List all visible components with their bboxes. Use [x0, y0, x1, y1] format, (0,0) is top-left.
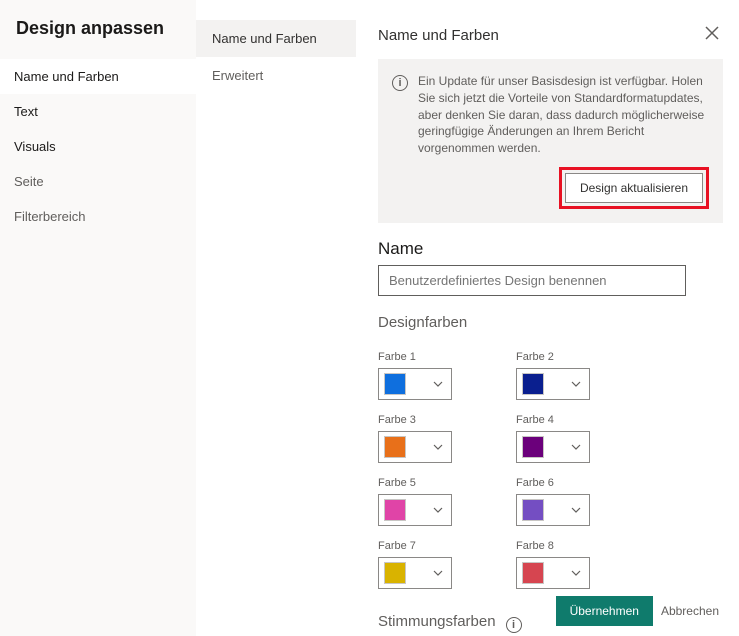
cancel-button[interactable]: Abbrechen	[657, 596, 723, 626]
swatch-label-6: Farbe 6	[516, 477, 590, 489]
swatch-label-3: Farbe 3	[378, 414, 452, 426]
swatch-label-2: Farbe 2	[516, 351, 590, 363]
sidebar-item-name-colors[interactable]: Name und Farben	[0, 59, 196, 94]
sidebar-item-page[interactable]: Seite	[0, 164, 196, 199]
chevron-down-icon	[433, 381, 443, 387]
info-text: Ein Update für unser Basisdesign ist ver…	[418, 73, 709, 157]
color-picker-8[interactable]	[516, 557, 590, 589]
chevron-down-icon	[571, 381, 581, 387]
chevron-down-icon	[433, 444, 443, 450]
color-picker-7[interactable]	[378, 557, 452, 589]
swatch-grid: Farbe 1 Farbe 2 Farbe 3 Farbe 4 Farbe 5 Farbe…	[378, 337, 723, 589]
color-picker-3[interactable]	[378, 431, 452, 463]
chevron-down-icon	[433, 507, 443, 513]
color-swatch-8	[522, 562, 544, 584]
color-picker-2[interactable]	[516, 368, 590, 400]
sidebar-title: Design anpassen	[0, 18, 196, 59]
swatch-label-5: Farbe 5	[378, 477, 452, 489]
color-swatch-4	[522, 436, 544, 458]
secondary-tabs: Name und Farben Erweitert	[196, 0, 356, 636]
color-swatch-2	[522, 373, 544, 395]
tab-advanced[interactable]: Erweitert	[196, 57, 356, 94]
swatch-label-1: Farbe 1	[378, 351, 452, 363]
color-picker-6[interactable]	[516, 494, 590, 526]
tab-name-colors[interactable]: Name und Farben	[196, 20, 356, 57]
color-swatch-5	[384, 499, 406, 521]
swatch-label-4: Farbe 4	[516, 414, 590, 426]
color-swatch-1	[384, 373, 406, 395]
sidebar-item-text[interactable]: Text	[0, 94, 196, 129]
info-icon: i	[392, 75, 408, 91]
chevron-down-icon	[571, 507, 581, 513]
color-picker-4[interactable]	[516, 431, 590, 463]
color-swatch-3	[384, 436, 406, 458]
dialog-footer: Übernehmen Abbrechen	[556, 596, 723, 626]
close-icon[interactable]	[701, 22, 723, 49]
apply-button[interactable]: Übernehmen	[556, 596, 653, 626]
chevron-down-icon	[571, 570, 581, 576]
chevron-down-icon	[433, 570, 443, 576]
color-swatch-7	[384, 562, 406, 584]
design-name-input[interactable]	[378, 265, 686, 296]
panel-title: Name und Farben	[378, 27, 499, 44]
name-section-label: Name	[378, 239, 723, 259]
swatch-label-7: Farbe 7	[378, 540, 452, 552]
update-design-button[interactable]: Design aktualisieren	[565, 173, 703, 203]
color-picker-5[interactable]	[378, 494, 452, 526]
sidebar-item-visuals[interactable]: Visuals	[0, 129, 196, 164]
primary-sidebar: Design anpassen Name und Farben Text Vis…	[0, 0, 196, 636]
chevron-down-icon	[571, 444, 581, 450]
update-highlight: Design aktualisieren	[559, 167, 709, 209]
main-panel: Name und Farben i Ein Update für unser B…	[356, 0, 739, 636]
sidebar-item-filter[interactable]: Filterbereich	[0, 199, 196, 234]
color-swatch-6	[522, 499, 544, 521]
swatch-label-8: Farbe 8	[516, 540, 590, 552]
color-picker-1[interactable]	[378, 368, 452, 400]
mood-colors-label: Stimmungsfarben	[378, 613, 496, 630]
design-colors-label: Designfarben	[378, 314, 723, 331]
update-info-banner: i Ein Update für unser Basisdesign ist v…	[378, 59, 723, 223]
info-icon[interactable]: i	[506, 617, 522, 633]
